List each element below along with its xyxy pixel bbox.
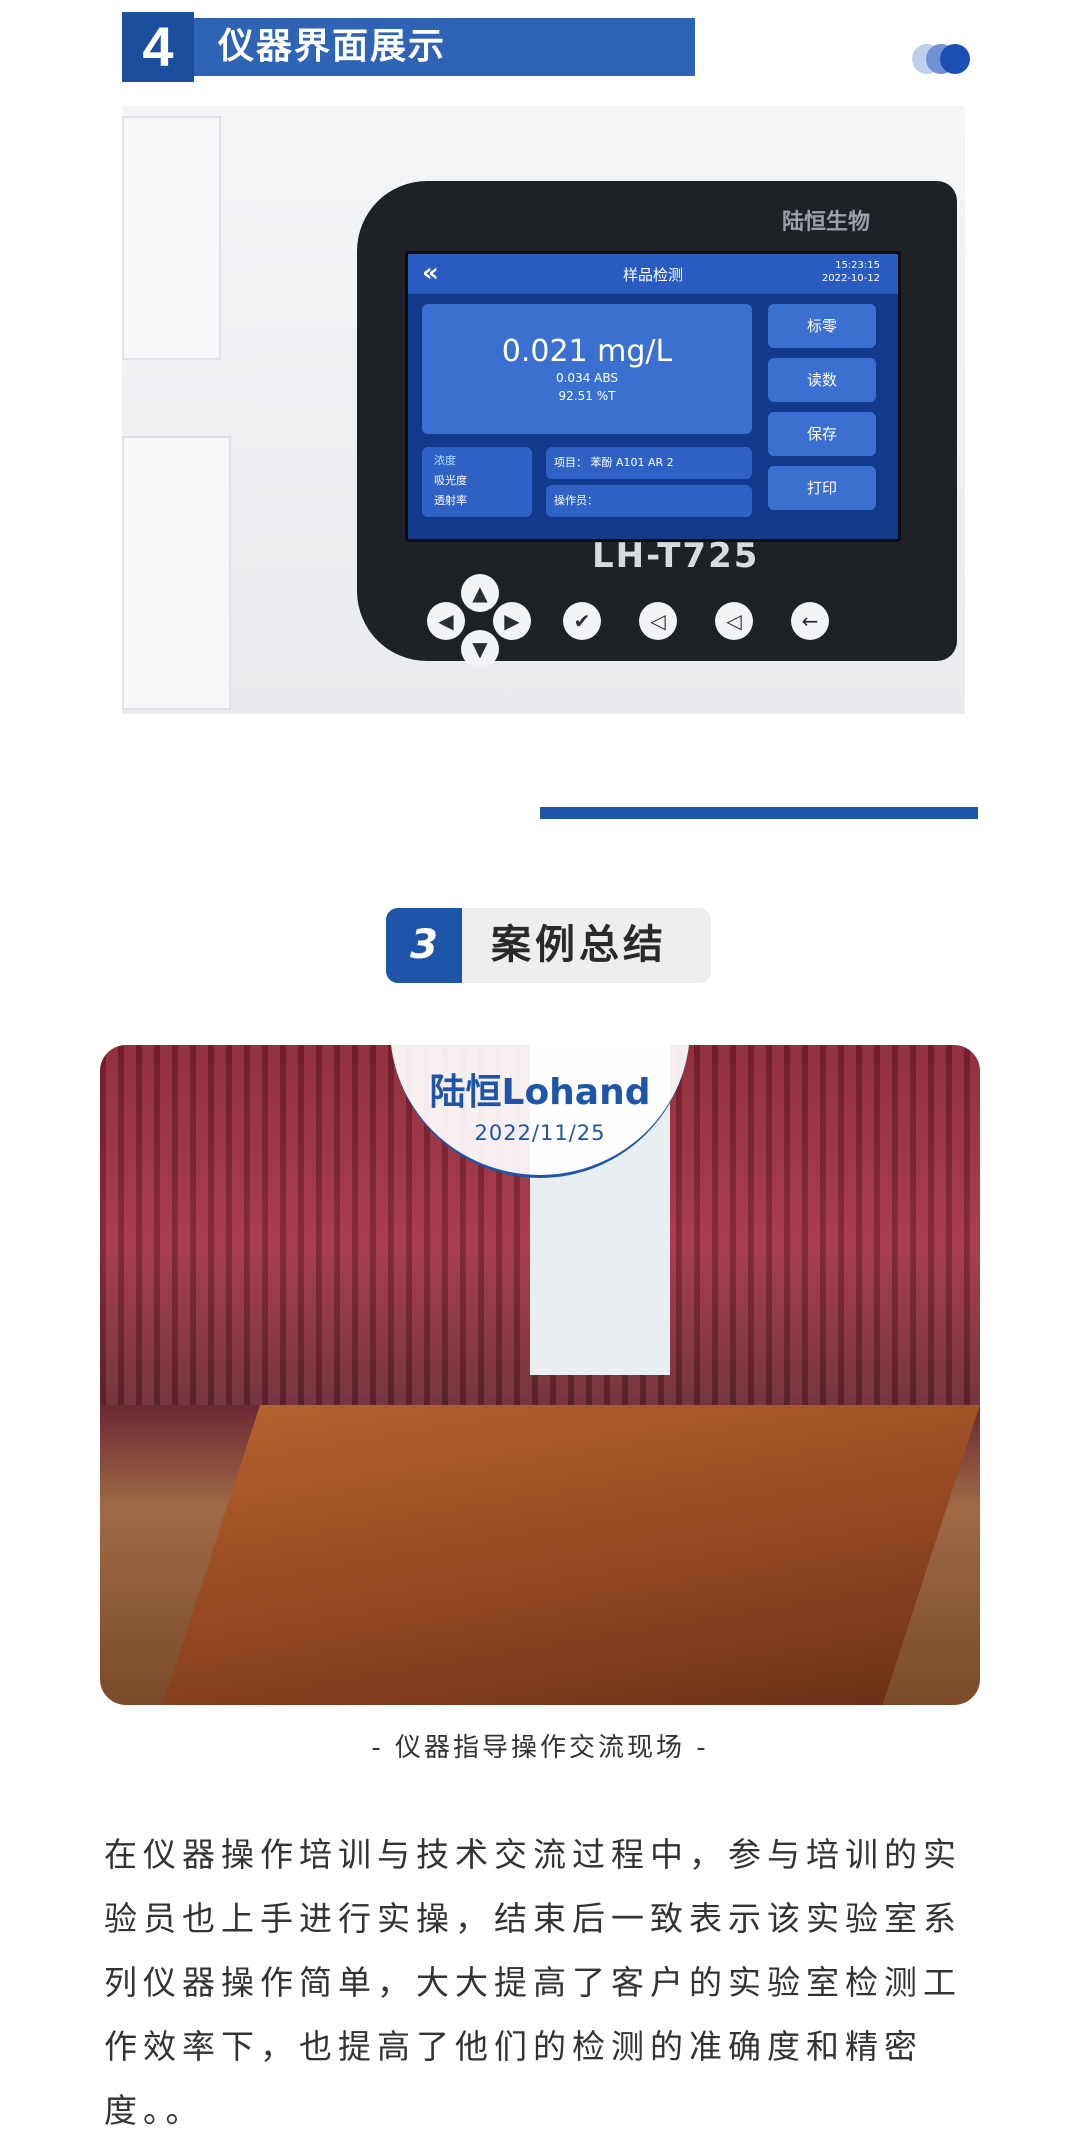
section-4-header: 4 仪器界面展示 xyxy=(122,12,695,82)
confirm-key-icon: ✔ xyxy=(563,602,601,640)
decorative-dots-icon xyxy=(912,44,976,74)
transmittance-value: 92.51 %T xyxy=(558,389,616,403)
read-button: 读数 xyxy=(768,358,876,402)
mode-transmittance: 透射率 xyxy=(434,494,467,507)
mode-absorbance: 吸光度 xyxy=(434,474,467,487)
left-key-icon: ◀ xyxy=(427,602,465,640)
save-button: 保存 xyxy=(768,412,876,456)
up-key-icon: ▲ xyxy=(461,574,499,612)
model-label: LH-T725 xyxy=(592,536,760,576)
mode-concentration: 浓度 xyxy=(434,454,456,467)
section-3-header: 3 案例总结 xyxy=(386,908,711,983)
operator-field: 操作员： xyxy=(546,485,752,517)
instrument-screen: « 样品检测 15:23:15 2022-10-12 0.021 mg/L 0.… xyxy=(405,251,901,542)
send-key-icon: ◁ xyxy=(639,602,677,640)
photo-caption: - 仪器指导操作交流现场 - xyxy=(371,1733,709,1763)
screen-topbar: « 样品检测 15:23:15 2022-10-12 xyxy=(408,254,898,294)
keypad: ◀ ▲ ▶ ▼ ✔ ◁ ◁ ← xyxy=(427,574,867,668)
summary-paragraph: 在仪器操作培训与技术交流过程中，参与培训的实验员也上手进行实操，结束后一致表示该… xyxy=(104,1835,962,2130)
section-title: 仪器界面展示 xyxy=(218,26,447,67)
return-key-icon: ← xyxy=(791,602,829,640)
send-key-icon: ◁ xyxy=(715,602,753,640)
project-field: 项目： 苯酚 A101 AR 2 xyxy=(546,447,752,479)
right-key-icon: ▶ xyxy=(493,602,531,640)
concentration-value: 0.021 mg/L xyxy=(501,334,673,369)
zero-button: 标零 xyxy=(768,304,876,348)
section-title: 案例总结 xyxy=(491,922,667,968)
print-button: 打印 xyxy=(768,466,876,510)
section-number: 3 xyxy=(386,908,462,983)
reading-panel: 0.021 mg/L 0.034 ABS 92.51 %T xyxy=(422,304,752,434)
badge-date: 2022/11/25 xyxy=(474,1121,606,1145)
meeting-photo: 陆恒Lohand 2022/11/25 xyxy=(100,1045,980,1705)
mode-list: 浓度 吸光度 透射率 xyxy=(422,447,532,517)
abs-value: 0.034 ABS xyxy=(555,371,618,385)
section-number: 4 xyxy=(122,12,194,82)
instrument-photo: 陆恒生物 « 样品检测 15:23:15 2022-10-12 0.021 mg… xyxy=(122,106,965,714)
down-key-icon: ▼ xyxy=(461,630,499,668)
divider-bar xyxy=(540,807,978,819)
screen-clock: 15:23:15 2022-10-12 xyxy=(821,260,880,284)
instrument-brand: 陆恒生物 xyxy=(782,210,871,235)
badge-brand: 陆恒Lohand xyxy=(429,1072,651,1113)
